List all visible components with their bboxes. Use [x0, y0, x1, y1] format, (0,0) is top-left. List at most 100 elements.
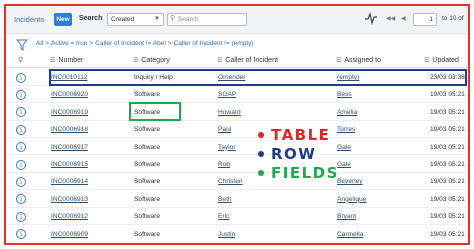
page-range: to 10 of — [442, 15, 464, 22]
activity-icon[interactable] — [364, 11, 378, 25]
filter-icon[interactable] — [16, 39, 28, 51]
hamburger-icon[interactable]: ☰ — [50, 58, 55, 64]
table-row[interactable]: i INC0006919 Software Howard Amelia 19/03 05:… — [6, 105, 468, 121]
info-icon[interactable]: i — [16, 159, 26, 170]
hamburger-icon[interactable]: ☰ — [336, 58, 341, 64]
cell-category: Software — [134, 178, 161, 186]
cell-updated: 19/03 05:21 — [430, 161, 465, 168]
cell-assigned[interactable]: Gale — [337, 144, 351, 151]
cell-assigned[interactable]: Beverley — [337, 178, 363, 185]
cell-assigned[interactable]: Bess — [337, 91, 352, 98]
column-header-caller[interactable]: ☰ Caller of Incident — [217, 57, 278, 64]
info-icon[interactable]: i — [16, 89, 26, 100]
info-icon[interactable]: i — [16, 142, 26, 153]
row-highlight-box — [49, 69, 467, 86]
column-header-category[interactable]: ☰ Category — [133, 57, 170, 64]
legend-label: ROW — [271, 145, 317, 163]
new-button[interactable]: New — [54, 13, 72, 26]
column-header-date[interactable]: ☰ Updated — [424, 57, 459, 64]
bullet-icon — [258, 170, 264, 176]
cell-updated: 19/03 05:21 — [430, 230, 465, 238]
breadcrumb-item[interactable]: Caller of Incident != (empty) — [174, 40, 254, 47]
column-label: Caller of Incident — [225, 57, 278, 64]
table-row[interactable]: i INC0006918 Software Paul Torres 19/03 05:21 — [6, 122, 468, 138]
cell-number[interactable]: INC0006917 — [51, 144, 88, 151]
cell-category: Software — [134, 230, 161, 238]
cell-number[interactable]: INC0006913 — [51, 196, 88, 203]
info-icon[interactable]: i — [16, 211, 26, 222]
column-label: Category — [141, 57, 170, 64]
cell-caller[interactable]: Christen — [218, 178, 243, 185]
search-field-select[interactable]: Created ▼ — [107, 13, 164, 26]
cell-category: Software — [134, 213, 161, 221]
cell-updated: 19/03 05:21 — [430, 178, 465, 186]
cell-number[interactable]: INC0006914 — [51, 178, 88, 185]
chevron-down-icon: ▼ — [154, 16, 160, 22]
cell-caller[interactable]: Howard — [218, 109, 241, 116]
cell-caller[interactable]: Beth — [218, 196, 232, 203]
page-number-input[interactable]: 1 — [413, 13, 437, 26]
table-row[interactable]: i INC0006913 Software Beth Angelique 19/03 05… — [6, 192, 468, 208]
table-row[interactable]: i INC0006912 Software Eric Bryant 19/03 05:21 — [6, 209, 468, 225]
table-row[interactable]: i INC0006917 Software Taylor Gale 19/03 05:21 — [6, 140, 468, 156]
first-page-icon[interactable]: ◀◀ — [386, 15, 395, 22]
incident-list-frame: Incidents New Search Created ▼ ⚲ Search … — [4, 4, 470, 245]
column-header-assigned[interactable]: ☰ Assigned to — [336, 57, 381, 64]
hamburger-icon[interactable]: ☰ — [217, 58, 222, 64]
hamburger-icon[interactable]: ☰ — [424, 58, 429, 64]
info-icon[interactable]: i — [16, 194, 26, 205]
cell-updated: 19/03 05:21 — [430, 108, 465, 116]
table-row[interactable]: i INC0006909 Software Justin Carmella 19/03 0… — [6, 227, 468, 243]
table-row[interactable]: i INC0006920 Software SOAP Bess 19/03 05:21 — [6, 87, 468, 104]
cell-number[interactable]: INC0006920 — [51, 91, 88, 98]
cell-caller[interactable]: Eric — [218, 213, 229, 220]
cell-caller[interactable]: Paul — [218, 126, 231, 133]
breadcrumb-item[interactable]: Caller of Incident != Abel — [95, 40, 166, 47]
prev-page-icon[interactable]: ◀ — [401, 15, 406, 22]
table-row[interactable]: i INC0006914 Software Christen Beverley 19/03… — [6, 174, 468, 191]
search-icon: ⚲ — [170, 15, 176, 22]
cell-category: Software — [134, 161, 161, 168]
cell-number[interactable]: INC0006909 — [51, 231, 88, 238]
cell-number[interactable]: INC0006918 — [51, 126, 88, 133]
cell-number[interactable]: INC0006919 — [51, 109, 88, 116]
column-label: Number — [58, 57, 84, 64]
list-toolbar: Incidents New Search Created ▼ ⚲ Search … — [6, 6, 468, 34]
cell-caller[interactable]: SOAP — [218, 91, 236, 98]
info-icon[interactable]: i — [16, 124, 26, 135]
cell-assigned[interactable]: Amelia — [337, 109, 357, 116]
hamburger-icon[interactable]: ☰ — [133, 58, 138, 64]
cell-assigned[interactable]: Bryant — [337, 213, 356, 220]
cell-assigned[interactable]: Angelique — [337, 196, 366, 203]
cell-category: Software — [134, 91, 161, 99]
column-label: Assigned to — [344, 57, 381, 64]
cell-number[interactable]: INC0006912 — [51, 213, 88, 220]
cell-category: Software — [134, 126, 161, 134]
search-placeholder: Search — [178, 16, 199, 23]
info-icon[interactable]: i — [16, 229, 26, 240]
cell-caller[interactable]: Taylor — [218, 144, 236, 151]
cell-category: Software — [134, 195, 161, 203]
cell-assigned[interactable]: Gale — [337, 161, 351, 168]
cell-updated: 19/03 05:21 — [430, 143, 465, 151]
breadcrumb-item[interactable]: Active = true — [51, 40, 87, 47]
cell-assigned[interactable]: Carmella — [337, 231, 363, 238]
cell-caller[interactable]: Rob — [218, 161, 230, 168]
info-icon[interactable]: i — [16, 176, 26, 187]
search-input[interactable]: ⚲ Search — [167, 13, 247, 26]
bullet-icon — [258, 151, 264, 157]
info-icon[interactable]: i — [16, 72, 26, 83]
breadcrumb: All > Active = true > Caller of Incident != … — [36, 40, 254, 47]
cell-assigned[interactable]: Torres — [337, 126, 355, 133]
list-title[interactable]: Incidents — [14, 15, 44, 24]
table-row[interactable]: i INC0006915 Software Rob Gale 19/03 05:21 — [6, 157, 468, 173]
legend-label: TABLE — [271, 126, 331, 144]
cell-updated: 19/03 05:21 — [430, 91, 465, 99]
column-header-number[interactable]: ☰ Number — [50, 57, 83, 64]
cell-updated: 19/03 05:21 — [430, 213, 465, 221]
search-icon[interactable]: ⚲ — [18, 56, 23, 64]
cell-caller[interactable]: Justin — [218, 231, 235, 238]
info-icon[interactable]: i — [16, 107, 26, 118]
cell-number[interactable]: INC0006915 — [51, 161, 88, 168]
legend-label: FIELDS — [271, 164, 339, 182]
